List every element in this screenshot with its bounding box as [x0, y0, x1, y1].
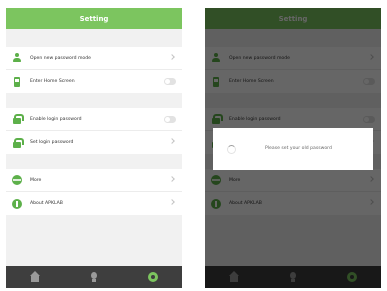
chevron-right-icon: [169, 54, 175, 60]
setting-label: About APKLAB: [30, 201, 63, 206]
setting-row-about[interactable]: About APKLAB: [6, 192, 182, 215]
setting-row-enable-login-password[interactable]: Enable login password: [6, 108, 182, 131]
title-bar: Setting: [6, 8, 182, 29]
home-tab-icon[interactable]: [29, 271, 41, 283]
settings-group-security: Enable login password Set login password: [6, 108, 182, 154]
dialog-message: Please set your old password: [265, 146, 332, 151]
settings-group-account: Open new password mode Enter Home Screen: [6, 47, 182, 93]
setting-row-password-mode[interactable]: Open new password mode: [6, 47, 182, 70]
lock-icon: [12, 114, 24, 124]
login-password-toggle[interactable]: [164, 116, 176, 123]
settings-group-about: More About APKLAB: [6, 169, 182, 215]
chevron-right-icon: [169, 138, 175, 144]
info-icon: [12, 198, 22, 209]
setting-label: Set login password: [30, 140, 74, 145]
tips-tab-icon[interactable]: [88, 271, 100, 283]
screen-title: Setting: [79, 14, 109, 23]
setting-label: Open new password mode: [30, 55, 91, 61]
loading-dialog: Please set your old password: [213, 128, 373, 170]
settings-tab-icon[interactable]: [147, 271, 159, 283]
loading-spinner-icon: [227, 145, 236, 154]
home-screen-toggle[interactable]: [164, 78, 176, 85]
lock-icon: [12, 137, 24, 148]
settings-screen-with-dialog: Setting Open new password mode Enter Hom…: [205, 8, 381, 288]
chevron-right-icon: [169, 176, 175, 182]
person-icon: [12, 53, 22, 63]
setting-label: Enter Home Screen: [30, 79, 75, 84]
chevron-right-icon: [169, 199, 175, 205]
setting-label: Enable login password: [30, 116, 82, 122]
phone-icon: [12, 76, 22, 87]
setting-label: More: [30, 177, 42, 183]
setting-row-more[interactable]: More: [6, 169, 182, 192]
globe-icon: [12, 175, 22, 185]
setting-row-home-screen[interactable]: Enter Home Screen: [6, 70, 182, 93]
setting-row-set-login-password[interactable]: Set login password: [6, 131, 182, 154]
bottom-nav-bar: [6, 266, 182, 288]
settings-screen: Setting Open new password mode Enter Hom…: [6, 8, 182, 288]
